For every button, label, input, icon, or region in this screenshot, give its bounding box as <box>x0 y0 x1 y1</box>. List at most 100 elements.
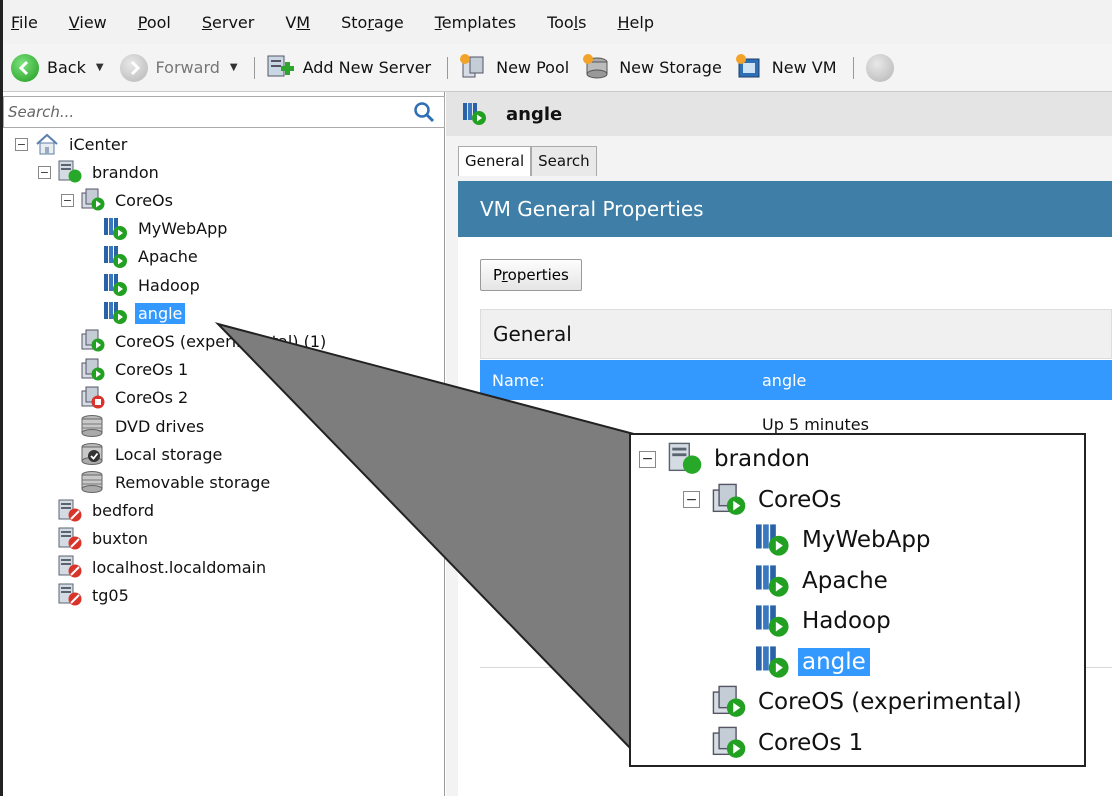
new-vm-label: New VM <box>771 58 837 77</box>
back-button[interactable]: Back ▼ <box>11 53 104 82</box>
vm-running-icon <box>754 523 792 557</box>
menu-item[interactable]: Help <box>618 13 654 32</box>
tree-node[interactable]: Hadoop <box>84 271 203 299</box>
tree-node-label: CoreOs 2 <box>115 388 189 408</box>
tree-node[interactable]: bedford <box>38 497 157 525</box>
vm-running-icon <box>463 103 486 125</box>
back-label: Back <box>47 58 86 77</box>
tree-node[interactable]: buxton <box>38 525 151 553</box>
vm-running-icon <box>754 645 792 679</box>
add-new-server-button[interactable]: Add New Server <box>265 53 432 83</box>
navigation-pane: − iCenter − brandon − CoreOs MyWebApp Apache Had… <box>3 92 445 796</box>
add-new-server-label: Add New Server <box>302 58 432 77</box>
tree-node-label: angle <box>135 302 186 324</box>
pool-running-icon <box>710 685 748 719</box>
tree-node-label: bedford <box>92 501 155 521</box>
menu-item[interactable]: File <box>11 13 38 32</box>
pool-running-icon <box>80 188 106 212</box>
tree-node[interactable]: − CoreOs <box>61 186 176 214</box>
collapse-icon[interactable]: − <box>61 193 74 207</box>
pool-running-icon <box>710 726 748 760</box>
tree-node-label: Removable storage <box>115 472 271 492</box>
collapse-icon[interactable]: − <box>15 137 28 151</box>
zoom-tree-node: angle <box>727 642 870 682</box>
menu-item[interactable]: Storage <box>341 13 404 32</box>
name-value: angle <box>762 370 807 390</box>
zoom-tree-node: CoreOS (experimental) <box>683 682 1026 722</box>
tree-node-label: CoreOs 1 <box>115 360 189 380</box>
tree-node-label: Hadoop <box>138 275 200 295</box>
tree-node-label: iCenter <box>69 134 128 154</box>
name-property-row[interactable]: Name: angle <box>480 360 1112 400</box>
server-running-icon <box>666 442 704 476</box>
server-running-icon <box>57 160 83 184</box>
new-pool-icon <box>460 53 484 77</box>
tree-node[interactable]: − iCenter <box>15 130 130 158</box>
menu-item[interactable]: Tools <box>547 13 586 32</box>
tree-node-label: brandon <box>92 162 159 182</box>
menu-item[interactable]: Templates <box>435 13 516 32</box>
back-dropdown-icon[interactable]: ▼ <box>96 62 104 73</box>
new-storage-icon <box>583 53 608 78</box>
menu-item[interactable]: View <box>69 13 107 32</box>
tree-node[interactable]: DVD drives <box>61 412 207 440</box>
pool-running-icon <box>710 483 748 517</box>
home-icon <box>34 132 60 156</box>
storage-icon <box>80 414 106 438</box>
forward-dropdown-icon[interactable]: ▼ <box>230 62 238 73</box>
pool-running-icon <box>80 329 106 353</box>
local-storage-icon <box>80 442 106 466</box>
pool-stopped-icon <box>80 386 106 410</box>
tree-node[interactable]: Local storage <box>61 440 225 468</box>
forward-button[interactable]: Forward ▼ <box>119 53 238 82</box>
zoom-node-label: Hadoop <box>802 608 891 634</box>
tree-node[interactable]: tg05 <box>38 581 132 609</box>
tree-node[interactable]: localhost.localdomain <box>38 553 269 581</box>
menu-item[interactable]: Pool <box>138 13 171 32</box>
tree-node-label: buxton <box>92 529 148 549</box>
tree-node-label: CoreOS (experimental) (1) <box>115 331 327 351</box>
vm-running-icon <box>103 245 129 269</box>
storage-icon <box>80 470 106 494</box>
zoom-tree-node: Hadoop <box>727 601 895 641</box>
tree-node[interactable]: Removable storage <box>61 468 273 496</box>
detail-title: angle <box>506 103 563 125</box>
tree-node[interactable]: MyWebApp <box>84 215 230 243</box>
search-box <box>3 96 445 128</box>
tree-node[interactable]: CoreOS (experimental) (1) <box>61 327 329 355</box>
add-server-icon <box>267 55 294 76</box>
tree-node[interactable]: Apache <box>84 243 201 271</box>
properties-button[interactable]: Properties <box>480 259 582 291</box>
search-input[interactable] <box>4 98 404 126</box>
tree-node-label: tg05 <box>92 585 129 605</box>
menu-item[interactable]: Server <box>202 13 254 32</box>
vm-running-icon <box>103 301 129 325</box>
tab-search[interactable]: Search <box>531 146 597 176</box>
detail-header: angle <box>446 92 1112 136</box>
new-pool-button[interactable]: New Pool <box>458 53 569 83</box>
tree-node-label: Apache <box>138 247 198 267</box>
power-icon[interactable] <box>865 53 894 82</box>
tree-node[interactable]: CoreOs 1 <box>61 356 191 384</box>
new-storage-label: New Storage <box>619 58 722 77</box>
menu-item[interactable]: VM <box>285 13 310 32</box>
back-arrow-icon <box>11 53 39 82</box>
uptime-value: Up 5 minutes <box>762 415 869 434</box>
tree-node[interactable]: angle <box>84 299 186 327</box>
new-vm-button[interactable]: New VM <box>734 53 837 83</box>
tree-node[interactable]: CoreOs 2 <box>61 384 191 412</box>
tree-node-label: localhost.localdomain <box>92 557 267 577</box>
zoom-tree-node: − brandon <box>639 439 814 479</box>
vm-properties-banner: VM General Properties <box>458 181 1112 237</box>
new-storage-button[interactable]: New Storage <box>581 53 722 83</box>
detail-tabs: General Search <box>458 146 597 176</box>
search-icon[interactable] <box>412 100 436 124</box>
tab-general[interactable]: General <box>458 146 532 176</box>
vm-running-icon <box>754 564 792 598</box>
tree-node-label: MyWebApp <box>138 219 228 239</box>
zoom-node-label: CoreOS (experimental) <box>758 689 1022 715</box>
tree-node[interactable]: − brandon <box>38 158 162 186</box>
general-section-header: General <box>480 309 1112 359</box>
collapse-icon[interactable]: − <box>38 165 51 179</box>
zoom-tree-node: − CoreOs <box>683 480 845 520</box>
